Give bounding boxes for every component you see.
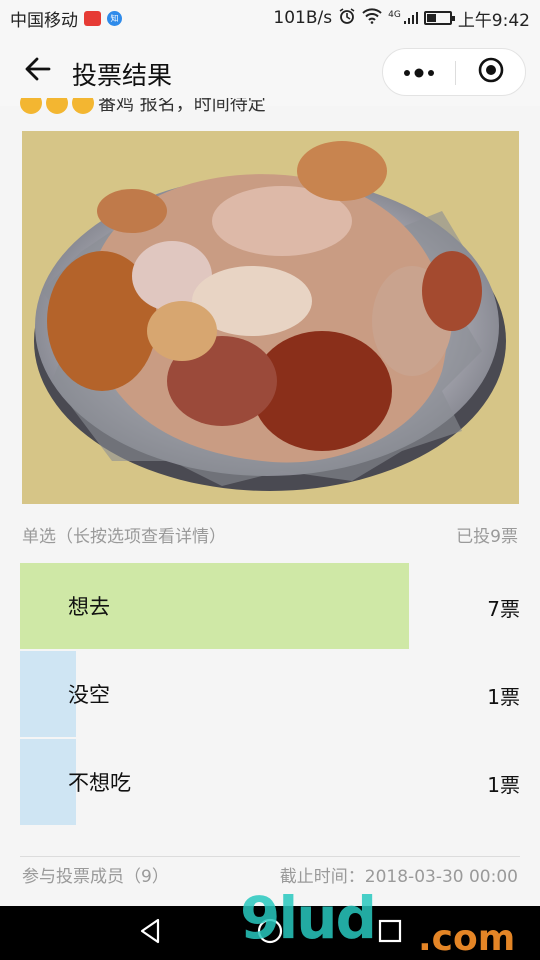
close-button[interactable] bbox=[456, 49, 526, 95]
clock: 上午9:42 bbox=[457, 10, 530, 31]
roast-chicken-photo bbox=[22, 131, 519, 504]
battery-icon bbox=[423, 11, 455, 25]
system-recent-button[interactable] bbox=[373, 916, 407, 950]
zhihu-badge-icon: 知 bbox=[107, 10, 122, 26]
emoji-icon bbox=[46, 98, 68, 114]
target-close-icon bbox=[477, 56, 505, 88]
status-bar: 中国移动 知 101B/s 4G 上午9:42 bbox=[0, 0, 540, 36]
poll-option-label: 想去 bbox=[68, 595, 110, 619]
divider bbox=[20, 856, 520, 857]
poll-option-count: 1票 bbox=[487, 773, 520, 797]
network-speed: 101B/s bbox=[273, 8, 333, 28]
site-watermark-suffix: .com bbox=[418, 918, 516, 959]
poll-type-label: 单选（长按选项查看详情） bbox=[22, 527, 226, 547]
system-back-button[interactable] bbox=[133, 916, 167, 950]
alarm-icon bbox=[338, 7, 356, 29]
back-button[interactable] bbox=[18, 52, 56, 90]
more-button[interactable] bbox=[383, 49, 455, 95]
mini-program-capsule bbox=[382, 48, 526, 96]
poll-option-count: 7票 bbox=[487, 597, 520, 621]
network-type: 4G bbox=[388, 10, 401, 20]
status-right: 101B/s 4G 上午9:42 bbox=[273, 0, 530, 36]
poll-option-count: 1票 bbox=[487, 685, 520, 709]
poll-description: 番鸡 报名，时间待定 bbox=[20, 98, 520, 120]
arrow-left-icon bbox=[23, 55, 51, 87]
poll-description-text: 番鸡 报名，时间待定 bbox=[98, 98, 266, 115]
site-watermark: 9lud bbox=[240, 884, 377, 952]
poll-option-label: 不想吃 bbox=[68, 771, 131, 795]
poll-total-votes: 已投9票 bbox=[456, 527, 518, 547]
participants-link[interactable]: 参与投票成员（9） bbox=[22, 862, 169, 887]
poll-description-row: 番鸡 报名，时间待定 bbox=[20, 98, 266, 116]
page-title: 投票结果 bbox=[72, 61, 173, 90]
poll-option[interactable]: 想去 7票 bbox=[20, 563, 520, 649]
carrier-label: 中国移动 bbox=[10, 10, 78, 31]
more-dots-icon bbox=[403, 63, 435, 82]
poll-option[interactable]: 不想吃 1票 bbox=[20, 739, 520, 825]
emoji-icon bbox=[72, 98, 94, 114]
square-recent-icon bbox=[378, 919, 402, 947]
nav-bar: 投票结果 bbox=[0, 36, 540, 106]
poll-option-label: 没空 bbox=[68, 683, 110, 707]
notification-badge-icon bbox=[84, 10, 101, 26]
emoji-icon bbox=[20, 98, 42, 114]
signal-icon: 4G bbox=[388, 10, 418, 26]
poll-option[interactable]: 没空 1票 bbox=[20, 651, 520, 737]
zhihu-badge-text: 知 bbox=[110, 13, 119, 23]
poll-photo[interactable] bbox=[22, 131, 519, 504]
triangle-back-icon bbox=[138, 918, 162, 948]
status-left: 中国移动 知 bbox=[10, 0, 122, 36]
wifi-icon bbox=[362, 8, 382, 28]
